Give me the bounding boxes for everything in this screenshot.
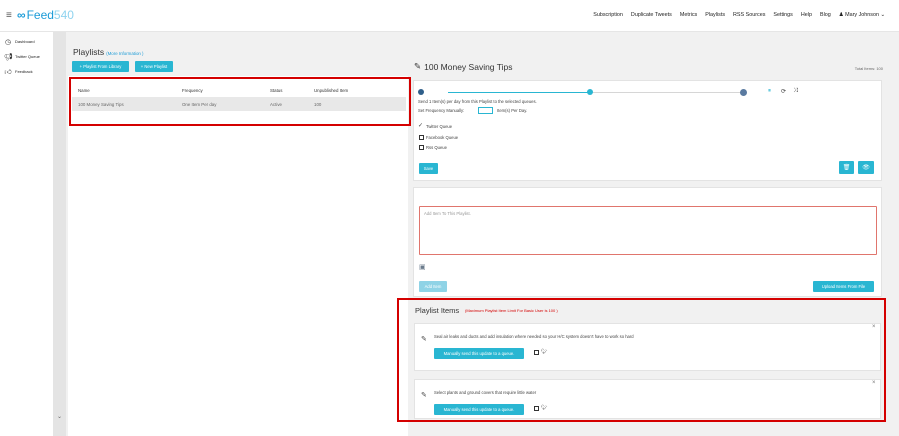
top-nav: Subscription Duplicate Tweets Metrics Pl… — [593, 12, 885, 18]
page-title: Playlists (More Information ) — [73, 47, 144, 57]
checkmark-icon[interactable]: ✓ — [418, 122, 423, 129]
sidebar-item-feedback[interactable]: 👍︎ Feedback — [0, 64, 53, 79]
more-info-link[interactable]: (More Information ) — [106, 51, 143, 56]
sidebar-item-label: Dashboard — [15, 39, 35, 44]
nav-help[interactable]: Help — [801, 12, 812, 18]
eye-icon: 👁︎ — [862, 165, 870, 171]
add-item-placeholder: Add Item To This Playlist. — [424, 211, 471, 216]
chevron-down-icon: ⌄ — [880, 12, 885, 18]
upload-items-button[interactable]: Upload Items From File — [813, 281, 874, 292]
thumbs-up-icon: 👍︎ — [4, 69, 12, 76]
nav-blog[interactable]: Blog — [820, 12, 831, 18]
save-button[interactable]: Save — [419, 163, 438, 174]
sidebar-scrollbar[interactable] — [53, 32, 66, 436]
top-bar: ≡ ∞ Feed 540 Subscription Duplicate Twee… — [0, 0, 899, 32]
slider-filled — [448, 92, 590, 93]
nav-duplicate-tweets[interactable]: Duplicate Tweets — [631, 12, 672, 18]
user-name: Mary Johnson — [845, 12, 879, 18]
logo-text: Feed — [26, 8, 54, 22]
playlists-title: Playlists — [73, 47, 105, 57]
playlists-panel — [68, 76, 408, 436]
playlist-name: 100 Money Saving Tips — [424, 61, 513, 72]
minus-icon[interactable] — [418, 89, 424, 95]
trash-icon: 🗑︎ — [842, 165, 851, 171]
sidebar-item-label: Feedback — [15, 69, 33, 74]
rss-queue-checkbox[interactable] — [419, 145, 424, 150]
nav-subscription[interactable]: Subscription — [593, 12, 623, 18]
frequency-input[interactable] — [478, 107, 493, 114]
clock-icon: ◷ — [4, 38, 12, 46]
sidebar-item-label: Twitter Queue — [15, 54, 40, 59]
playlist-from-library-button[interactable]: + Playlist From Library — [72, 61, 129, 72]
shuffle-icon[interactable]: ⤨ — [793, 88, 798, 95]
nav-rss-sources[interactable]: RSS Sources — [733, 12, 765, 18]
new-playlist-button[interactable]: + New Playlist — [135, 61, 173, 72]
menu-icon[interactable]: ≡ — [6, 10, 12, 21]
highlight-box-items — [397, 298, 886, 422]
queue-facebook: Facebook Queue — [426, 135, 459, 140]
image-icon[interactable]: ▣ — [419, 263, 426, 271]
slider-handle[interactable] — [587, 89, 593, 95]
pencil-icon[interactable]: ✎ — [414, 61, 421, 72]
total-items: Total Items: 100 — [854, 66, 883, 71]
facebook-queue-checkbox[interactable] — [419, 135, 424, 140]
logo[interactable]: ∞ Feed 540 — [17, 8, 74, 22]
add-item-button[interactable]: Add Item — [419, 281, 447, 292]
view-button[interactable]: 👁︎ — [858, 161, 874, 174]
highlight-box-table — [69, 77, 411, 126]
slider-track — [590, 92, 742, 93]
megaphone-icon: 📢︎ — [4, 53, 13, 61]
sidebar: ◷ Dashboard 📢︎ Twitter Queue 👍︎ Feedback — [0, 32, 53, 436]
queue-rss: Rss Queue — [426, 145, 447, 150]
logo-mark: ∞ — [17, 8, 26, 22]
sidebar-item-twitter-queue[interactable]: 📢︎ Twitter Queue — [0, 49, 53, 64]
refresh-icon[interactable]: ⟳ — [781, 88, 786, 95]
playlist-detail-title: ✎ 100 Money Saving Tips — [414, 61, 512, 72]
frequency-label: Set Frequency Manually: — [418, 108, 465, 113]
frequency-suffix: Item(s) Per Day. — [497, 108, 528, 113]
nav-user[interactable]: ♟ Mary Johnson ⌄ — [839, 12, 885, 18]
nav-metrics[interactable]: Metrics — [680, 12, 697, 18]
sidebar-item-dashboard[interactable]: ◷ Dashboard — [0, 34, 53, 49]
pause-icon[interactable]: ⏸︎ — [768, 88, 771, 95]
delete-button[interactable]: 🗑︎ — [839, 161, 854, 174]
user-icon: ♟ — [838, 12, 844, 18]
send-frequency-text: Send 1 Item(s) per day from this Playlis… — [418, 99, 537, 104]
add-item-textarea[interactable]: Add Item To This Playlist. — [419, 206, 877, 255]
logo-number: 540 — [53, 8, 74, 22]
nav-playlists[interactable]: Playlists — [705, 12, 725, 18]
nav-settings[interactable]: Settings — [773, 12, 792, 18]
queue-twitter: Twitter Queue — [426, 124, 453, 129]
scroll-down-icon[interactable]: ⌄ — [57, 413, 62, 420]
plus-icon[interactable] — [740, 89, 747, 96]
playlist-settings-card — [413, 80, 882, 181]
